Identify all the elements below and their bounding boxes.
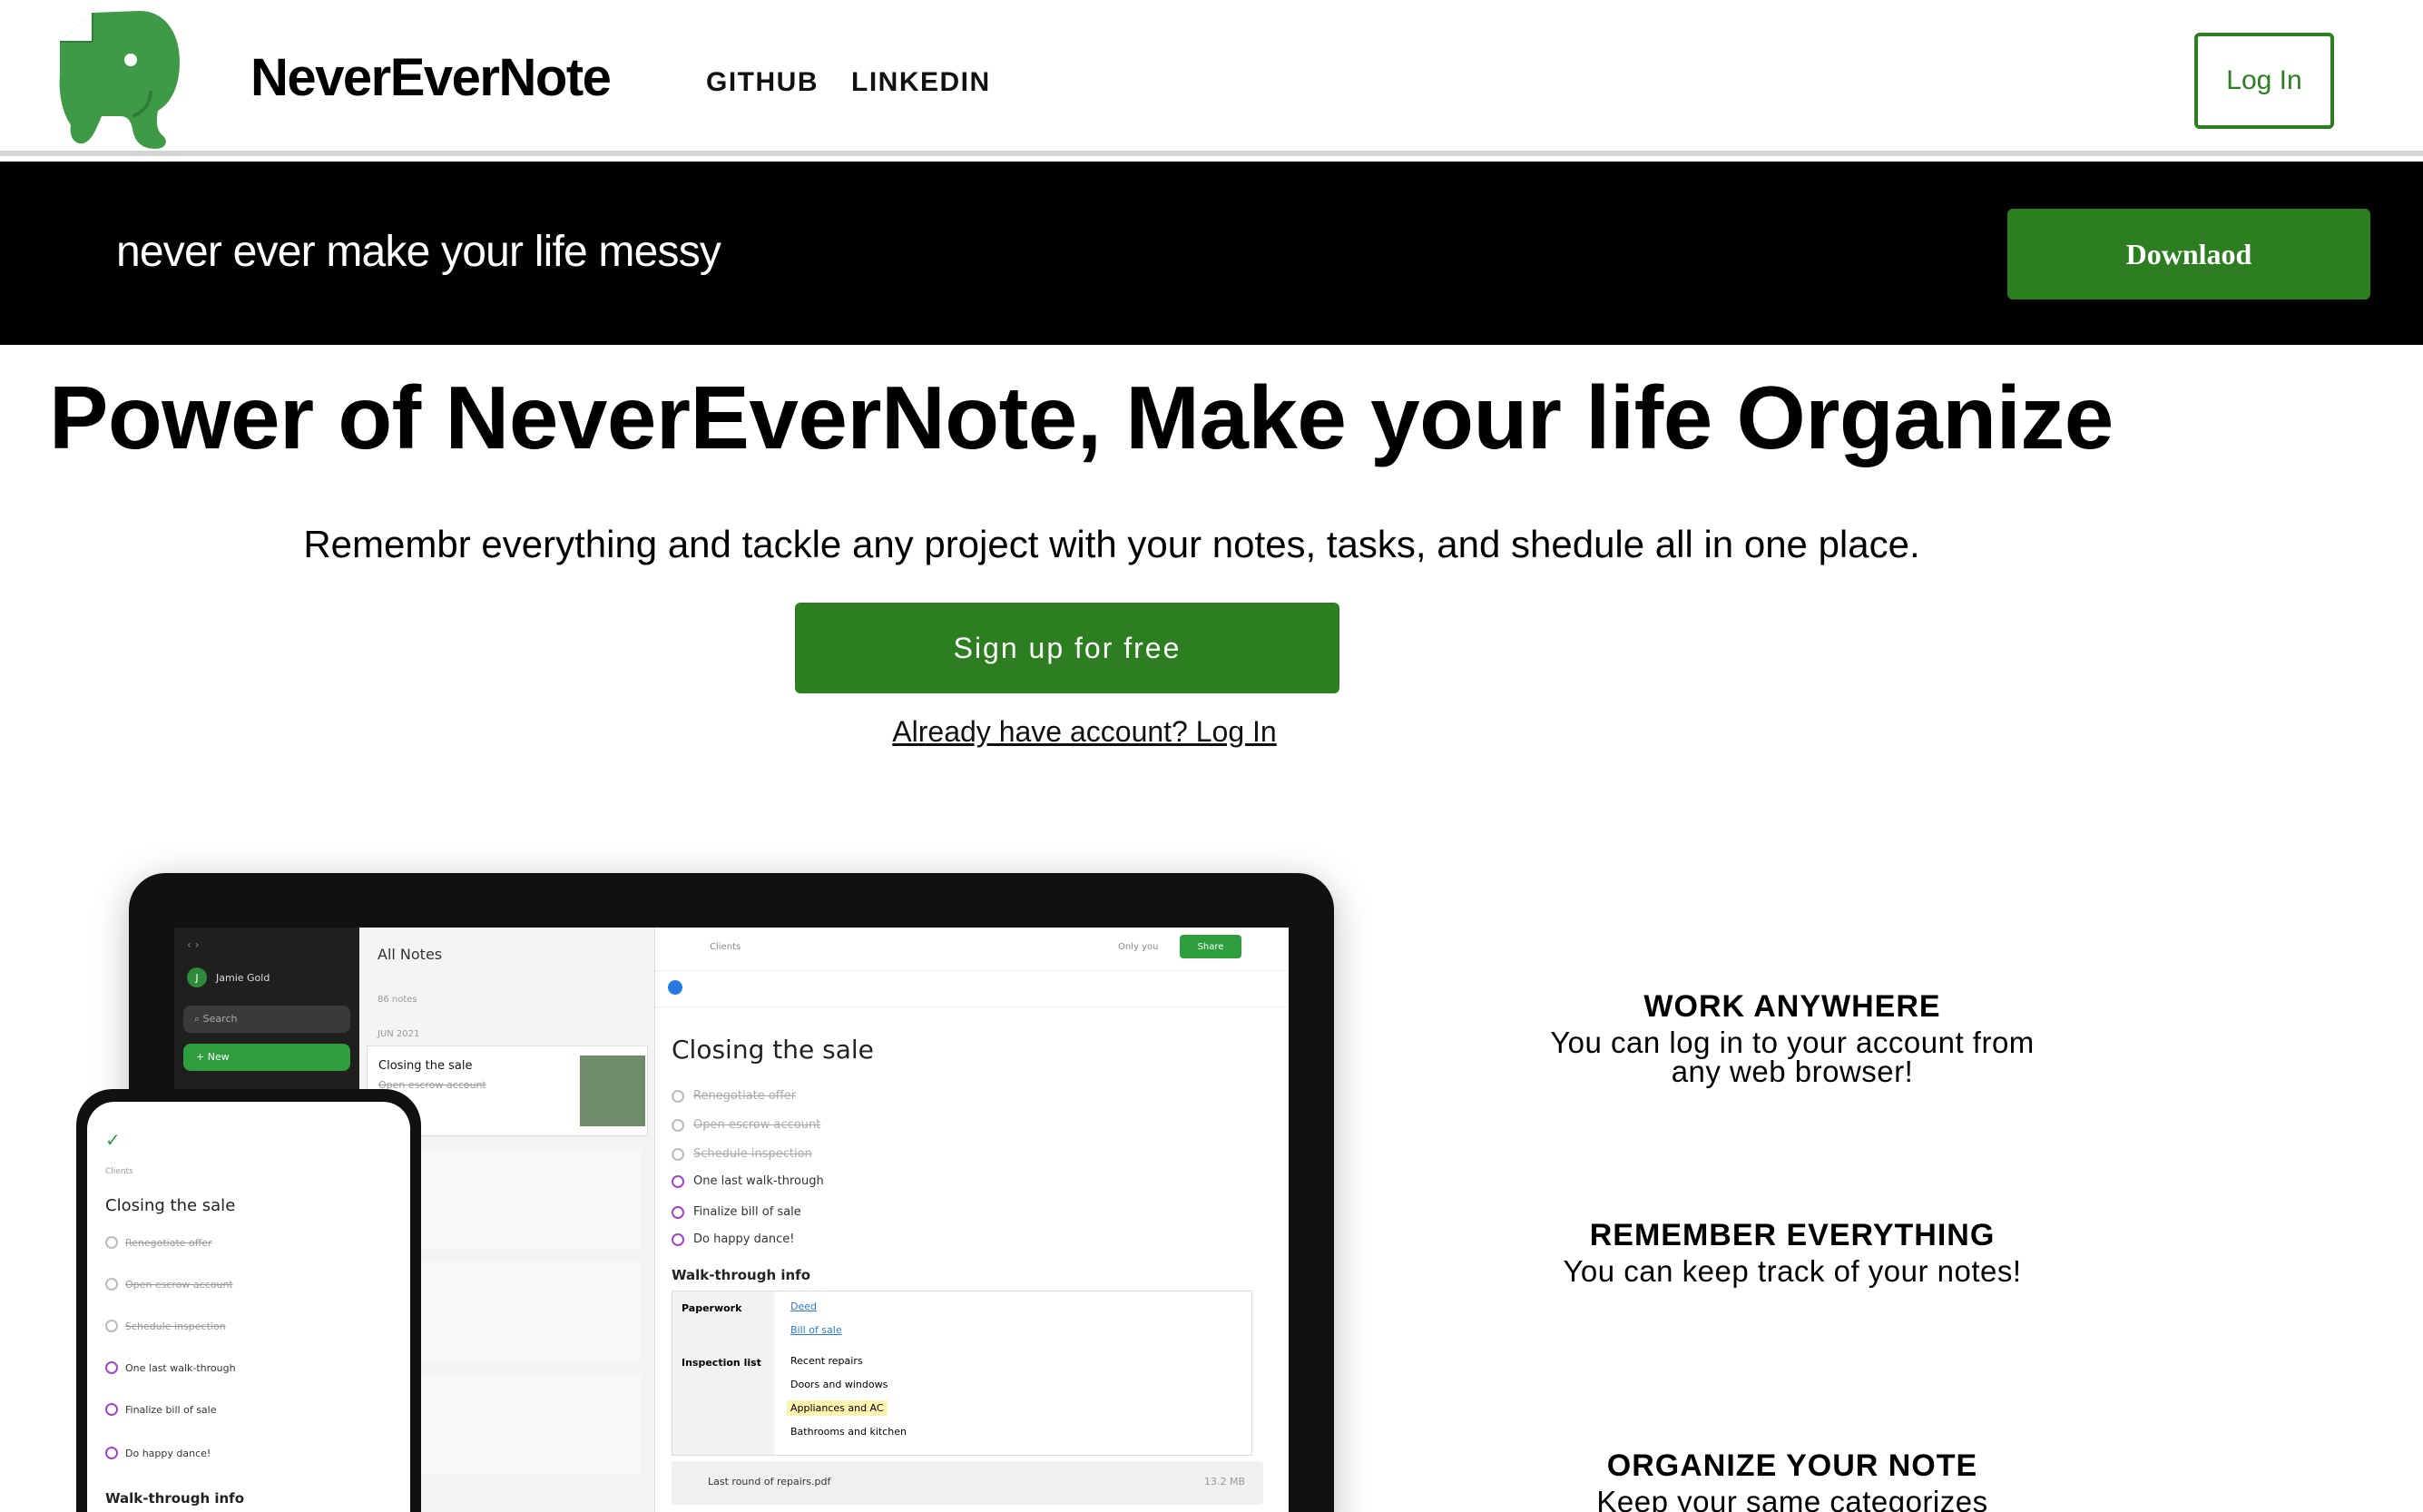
add-icon — [668, 980, 682, 995]
hero-subtitle: Remembr everything and tackle any projec… — [303, 523, 1920, 565]
inspection-item: Recent repairs — [790, 1355, 863, 1367]
feature-work-anywhere: WORK ANYWHERE You can log in to your acc… — [1525, 989, 2060, 1086]
checkbox-icon — [672, 1147, 684, 1161]
check-icon: ✓ — [105, 1129, 121, 1151]
pdf-attachment-name: Last round of repairs.pdf — [708, 1476, 831, 1487]
note-card-sub: Open escrow account — [378, 1079, 486, 1091]
tagline-band: never ever make your life messy Downlaod — [0, 162, 2423, 345]
format-toolbar — [655, 971, 1289, 1007]
deed-link: Deed — [790, 1301, 817, 1312]
editor-breadcrumb: Clients — [710, 942, 741, 952]
feature-title: REMEMBER EVERYTHING — [1589, 1218, 1996, 1252]
login-button[interactable]: Log In — [2194, 33, 2334, 129]
phone-note-title: Closing the sale — [105, 1196, 236, 1215]
elephant-logo-icon[interactable] — [56, 9, 183, 152]
phone-walkthrough-heading: Walk-through info — [105, 1490, 244, 1507]
hero-title: Power of NeverEverNote, Make your life O… — [49, 368, 2114, 467]
visibility-label: Only you — [1118, 942, 1159, 952]
login-link[interactable]: Already have account? Log In — [0, 715, 2169, 749]
inspection-item: Bathrooms and kitchen — [790, 1426, 907, 1438]
feature-title: ORGANIZE YOUR NOTE — [1606, 1448, 1978, 1483]
task-item: Finalize bill of sale — [672, 1205, 801, 1219]
signup-button[interactable]: Sign up for free — [795, 603, 1339, 693]
phone-task: One last walk-through — [105, 1361, 236, 1374]
bill-link: Bill of sale — [790, 1324, 842, 1336]
user-name: Jamie Gold — [216, 971, 270, 984]
inspection-item: Doors and windows — [790, 1379, 888, 1390]
attachment-size: 13.2 MB — [1203, 1476, 1245, 1487]
download-button[interactable]: Downlaod — [2007, 209, 2370, 299]
sidebar-search: ⌕ Search — [183, 1006, 350, 1033]
phone-task: Schedule inspection — [105, 1320, 226, 1332]
inspection-label: Inspection list — [682, 1357, 761, 1369]
task-item: Schedule inspection — [672, 1147, 812, 1161]
house-thumbnail — [580, 1055, 645, 1126]
task-item: Renegotiate offer — [672, 1089, 796, 1103]
note-count: 86 notes — [378, 995, 417, 1005]
notes-list-title: All Notes — [378, 946, 443, 963]
nav-link-github[interactable]: GITHUB — [706, 67, 819, 98]
tagline-text: never ever make your life messy — [116, 228, 721, 276]
note-card-title: Closing the sale — [378, 1059, 473, 1073]
note-editor: Clients Only you Share Closing the sale … — [655, 928, 1289, 1512]
phone-task: Open escrow account — [105, 1278, 233, 1291]
feature-title: WORK ANYWHERE — [1643, 989, 1941, 1024]
phone-screen: ✓ Clients Closing the sale Renegotiate o… — [87, 1102, 410, 1512]
walkthrough-heading: Walk-through info — [672, 1267, 810, 1283]
share-button: Share — [1180, 935, 1241, 958]
feature-text: You can log in to your account from any … — [1550, 1026, 2035, 1088]
checkbox-icon — [672, 1232, 684, 1246]
checkbox-icon — [672, 1089, 684, 1103]
checkbox-icon — [105, 1361, 118, 1374]
task-item: Do happy dance! — [672, 1232, 794, 1246]
back-forward-icon: ‹ › — [187, 938, 200, 951]
checkbox-icon — [105, 1320, 118, 1332]
feature-remember-everything: REMEMBER EVERYTHING You can keep track o… — [1525, 1218, 2060, 1286]
brand-name: NeverEverNote — [250, 48, 612, 107]
phone-task: Do happy dance! — [105, 1447, 211, 1459]
checkbox-icon — [105, 1403, 118, 1416]
checkbox-icon — [672, 1174, 684, 1188]
task-item: Open escrow account — [672, 1118, 820, 1132]
month-header: JUN 2021 — [378, 1029, 420, 1039]
feature-text: You can keep track of your notes! — [1563, 1254, 2022, 1288]
phone-breadcrumb: Clients — [105, 1167, 133, 1176]
top-navbar: NeverEverNote GITHUB LINKEDIN Log In — [0, 0, 2423, 156]
checkbox-icon — [105, 1278, 118, 1291]
paperwork-label: Paperwork — [682, 1302, 742, 1314]
note-title: Closing the sale — [672, 1035, 874, 1065]
inspection-item: Appliances and AC — [787, 1400, 888, 1416]
user-row: J Jamie Gold — [187, 967, 270, 987]
sidebar-new-button: + New — [183, 1044, 350, 1071]
checkbox-icon — [672, 1205, 684, 1219]
checkbox-icon — [105, 1236, 118, 1249]
table-label-column: Paperwork Inspection list — [672, 1291, 774, 1455]
walkthrough-table: Paperwork Inspection list Deed Bill of s… — [672, 1291, 1252, 1456]
checkbox-icon — [105, 1447, 118, 1459]
checkbox-icon — [672, 1118, 684, 1132]
feature-organize-note: ORGANIZE YOUR NOTE Keep your same catego… — [1525, 1448, 2060, 1512]
task-item: One last walk-through — [672, 1174, 824, 1188]
nav-link-linkedin[interactable]: LINKEDIN — [851, 67, 991, 98]
phone-task: Finalize bill of sale — [105, 1403, 217, 1416]
editor-topbar: Clients Only you Share — [655, 928, 1289, 971]
avatar: J — [187, 967, 207, 987]
attachment-row: Last round of repairs.pdf 13.2 MB — [672, 1461, 1263, 1505]
feature-text: Keep your same categorizes — [1596, 1485, 1988, 1512]
phone-task: Renegotiate offer — [105, 1236, 212, 1249]
phone-mockup-image: ✓ Clients Closing the sale Renegotiate o… — [76, 1089, 421, 1512]
